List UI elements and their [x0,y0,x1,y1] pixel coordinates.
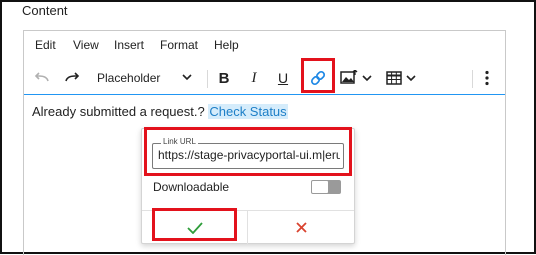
toolbar-separator [472,70,473,88]
menubar: Edit View Insert Format Help [24,31,505,59]
chevron-down-icon [182,74,192,81]
undo-icon [34,72,49,82]
editor-content[interactable]: Already submitted a request.? Check Stat… [32,104,288,119]
table-icon [386,71,402,85]
check-icon [186,221,203,234]
toggle-knob [312,181,328,193]
popup-actions [142,210,354,244]
confirm-button[interactable] [142,211,248,244]
undo-button[interactable] [32,69,52,87]
toolbar: Placeholder B I U [24,62,505,95]
toolbar-separator [301,70,302,88]
chevron-down-icon [362,74,372,81]
downloadable-toggle[interactable] [311,180,341,194]
underline-button[interactable]: U [273,68,293,88]
cancel-button[interactable] [248,211,354,244]
more-button[interactable] [479,68,495,88]
link-url-input[interactable] [158,148,340,162]
menu-edit[interactable]: Edit [35,38,56,52]
bold-button[interactable]: B [214,68,234,88]
redo-button[interactable] [62,69,82,87]
table-button[interactable] [383,67,419,89]
section-label: Content [22,3,68,18]
redo-icon [65,72,80,82]
chevron-down-icon [406,74,416,81]
link-url-field[interactable]: Link URL [152,137,344,169]
style-select[interactable]: Placeholder [92,68,200,88]
content-link[interactable]: Check Status [208,104,288,119]
close-icon [295,222,307,233]
image-button[interactable] [338,67,374,89]
toolbar-separator [207,70,208,88]
downloadable-label: Downloadable [153,180,230,194]
link-url-label: Link URL [161,137,198,146]
link-button[interactable] [308,67,328,89]
menu-help[interactable]: Help [214,38,239,52]
menu-view[interactable]: View [73,38,99,52]
more-vertical-icon [485,70,489,86]
link-icon [310,70,326,86]
link-popup: Link URL Downloadable [141,128,355,244]
image-icon [340,70,358,84]
style-select-value: Placeholder [97,71,161,85]
menu-insert[interactable]: Insert [114,38,144,52]
content-text: Already submitted a request.? [32,104,205,119]
italic-button[interactable]: I [244,68,264,88]
menu-format[interactable]: Format [160,38,198,52]
